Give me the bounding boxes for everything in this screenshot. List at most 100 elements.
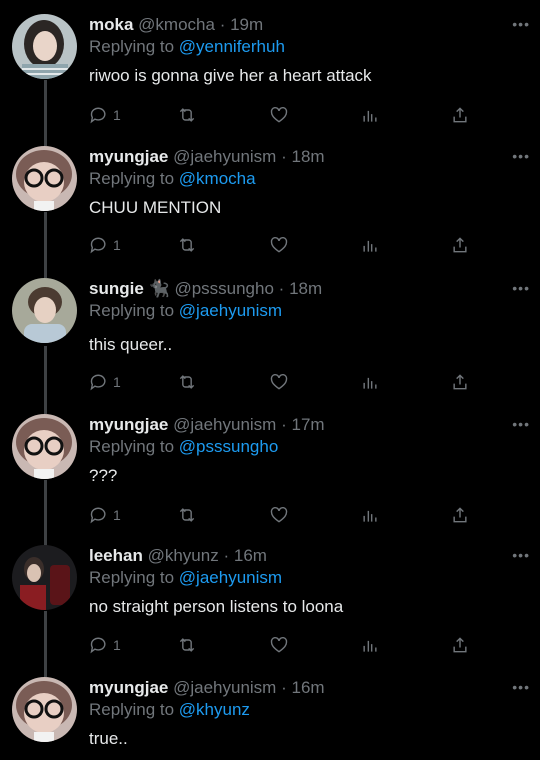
retweet-icon: [179, 638, 195, 652]
timestamp[interactable]: 19m: [230, 15, 263, 34]
more-options-icon[interactable]: •••: [512, 547, 530, 563]
retweet-icon: [179, 375, 195, 389]
share-icon: [453, 637, 467, 653]
more-options-icon[interactable]: •••: [512, 16, 530, 32]
user-handle[interactable]: @khyunz: [148, 546, 219, 565]
share-button[interactable]: [450, 234, 470, 256]
tweet[interactable]: myungjae @jaehyunism · 17m Replying to @…: [0, 414, 540, 534]
tweet[interactable]: myungjae @jaehyunism · 16m Replying to @…: [0, 677, 540, 760]
more-options-icon[interactable]: •••: [512, 280, 530, 296]
replying-to-handle[interactable]: @khyunz: [179, 700, 250, 719]
more-options-icon[interactable]: •••: [512, 679, 530, 695]
avatar[interactable]: [12, 545, 77, 610]
user-handle[interactable]: @jaehyunism: [173, 678, 276, 697]
reply-button[interactable]: 1: [89, 234, 121, 256]
reply-icon: [90, 107, 106, 124]
tweet-content: myungjae @jaehyunism · 18m Replying to @…: [89, 146, 528, 219]
avatar[interactable]: [12, 414, 77, 479]
like-button[interactable]: [269, 504, 289, 526]
reply-button[interactable]: 1: [89, 634, 121, 656]
timestamp[interactable]: 16m: [291, 678, 324, 697]
like-button[interactable]: [269, 634, 289, 656]
reply-button[interactable]: 1: [89, 504, 121, 526]
avatar[interactable]: [12, 677, 77, 742]
views-button[interactable]: [360, 634, 380, 656]
timestamp[interactable]: 18m: [289, 279, 322, 298]
views-icon: [363, 510, 377, 522]
tweet-content: myungjae @jaehyunism · 17m Replying to @…: [89, 414, 528, 487]
tweet-header: sungie 🐈‍⬛ @psssungho · 18m: [89, 278, 528, 300]
avatar[interactable]: [12, 14, 77, 79]
user-handle[interactable]: @jaehyunism: [173, 415, 276, 434]
share-icon: [453, 107, 467, 123]
more-options-icon[interactable]: •••: [512, 148, 530, 164]
display-name[interactable]: moka: [89, 15, 133, 34]
retweet-button[interactable]: [177, 104, 197, 126]
views-button[interactable]: [360, 234, 380, 256]
views-icon: [363, 640, 377, 652]
replying-to-handle[interactable]: @yenniferhuh: [179, 37, 285, 56]
like-button[interactable]: [269, 234, 289, 256]
retweet-button[interactable]: [177, 371, 197, 393]
tweet-text: this queer..: [89, 335, 173, 354]
replying-to-handle[interactable]: @jaehyunism: [179, 568, 282, 587]
tweet-content: leehan @khyunz · 16m Replying to @jaehyu…: [89, 545, 528, 618]
replying-to: Replying to @psssungho: [89, 436, 528, 458]
replying-to: Replying to @khyunz: [89, 699, 528, 721]
replying-to-label: Replying to: [89, 568, 175, 587]
like-button[interactable]: [269, 104, 289, 126]
share-button[interactable]: [450, 634, 470, 656]
avatar[interactable]: [12, 146, 77, 211]
display-name[interactable]: leehan: [89, 546, 143, 565]
reply-button[interactable]: 1: [89, 371, 121, 393]
display-name-emoji: 🐈‍⬛: [148, 279, 170, 298]
like-button[interactable]: [269, 371, 289, 393]
reply-icon: [90, 374, 106, 391]
separator: ·: [281, 415, 287, 434]
retweet-button[interactable]: [177, 634, 197, 656]
tweet[interactable]: moka @kmocha · 19m Replying to @yennifer…: [0, 14, 540, 134]
like-icon: [270, 507, 288, 523]
separator: ·: [219, 15, 226, 34]
tweet-header: myungjae @jaehyunism · 18m: [89, 146, 528, 168]
timestamp[interactable]: 16m: [234, 546, 267, 565]
replying-to-handle[interactable]: @kmocha: [179, 169, 256, 188]
retweet-icon: [179, 108, 195, 122]
display-name[interactable]: myungjae: [89, 415, 168, 434]
replying-to-handle[interactable]: @psssungho: [179, 437, 279, 456]
replying-to-handle[interactable]: @jaehyunism: [179, 301, 282, 320]
tweet-actions: 1: [89, 104, 479, 126]
user-handle[interactable]: @psssungho: [174, 279, 274, 298]
tweet[interactable]: leehan @khyunz · 16m Replying to @jaehyu…: [0, 545, 540, 665]
replying-to: Replying to @yenniferhuh: [89, 36, 528, 58]
tweet[interactable]: myungjae @jaehyunism · 18m Replying to @…: [0, 146, 540, 266]
timestamp[interactable]: 17m: [291, 415, 324, 434]
reply-button[interactable]: 1: [89, 104, 121, 126]
user-handle[interactable]: @jaehyunism: [173, 147, 276, 166]
share-button[interactable]: [450, 104, 470, 126]
views-button[interactable]: [360, 104, 380, 126]
views-button[interactable]: [360, 504, 380, 526]
like-icon: [270, 237, 288, 253]
tweet-text: ???: [89, 466, 118, 485]
tweet[interactable]: sungie 🐈‍⬛ @psssungho · 18m Replying to …: [0, 278, 540, 398]
reply-icon: [90, 237, 106, 254]
views-icon: [363, 240, 377, 252]
replying-to-label: Replying to: [89, 37, 175, 56]
like-icon: [270, 637, 288, 653]
views-icon: [363, 377, 377, 389]
share-button[interactable]: [450, 504, 470, 526]
avatar[interactable]: [12, 278, 77, 343]
timestamp[interactable]: 18m: [291, 147, 324, 166]
separator: ·: [281, 678, 287, 697]
display-name[interactable]: myungjae: [89, 147, 168, 166]
retweet-button[interactable]: [177, 234, 197, 256]
views-button[interactable]: [360, 371, 380, 393]
display-name[interactable]: myungjae: [89, 678, 168, 697]
retweet-button[interactable]: [177, 504, 197, 526]
user-handle[interactable]: @kmocha: [138, 15, 215, 34]
tweet-text: true..: [89, 729, 128, 748]
share-button[interactable]: [450, 371, 470, 393]
display-name[interactable]: sungie: [89, 279, 144, 298]
more-options-icon[interactable]: •••: [512, 416, 530, 432]
